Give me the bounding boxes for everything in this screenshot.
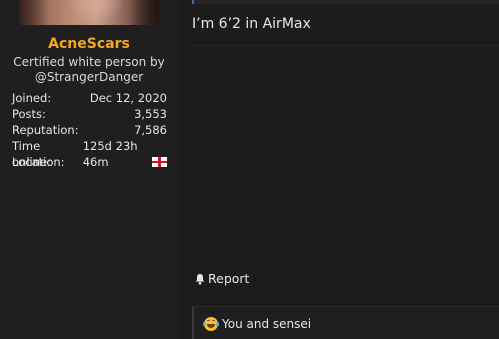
report-label: Report xyxy=(208,271,250,286)
user-title: Certified white person by @StrangerDange… xyxy=(0,55,178,85)
reactions-text[interactable]: You and sensei xyxy=(222,317,311,331)
user-stats: Joined: Dec 12, 2020 Posts: 3,553 Reputa… xyxy=(12,90,167,170)
avatar-image xyxy=(19,0,159,25)
avatar[interactable] xyxy=(19,0,159,25)
user-title-line-2: @StrangerDanger xyxy=(34,70,144,84)
joy-emoji-icon xyxy=(203,317,219,331)
england-flag-icon xyxy=(152,157,167,167)
post-header-bar xyxy=(192,0,499,4)
post-message: I’m 6’2 in AirMax xyxy=(192,16,311,32)
stat-time-online: Time online: 125d 23h 46m xyxy=(12,138,167,169)
post-container: AcneScars Certified white person by @Str… xyxy=(0,0,499,339)
stat-label: Time online: xyxy=(12,139,51,169)
stat-value[interactable]: 3,553 xyxy=(134,106,167,122)
user-title-line-1: Certified white person by xyxy=(13,55,165,69)
stat-value: Dec 12, 2020 xyxy=(89,91,167,105)
username-link[interactable]: AcneScars xyxy=(0,36,178,52)
bell-icon xyxy=(195,273,205,284)
stat-label: Reputation: xyxy=(12,123,79,137)
stat-label: Posts: xyxy=(12,107,46,121)
stat-reputation: Reputation: 7,586 xyxy=(12,122,167,138)
stat-value: 7,586 xyxy=(134,123,167,137)
reactions-accent xyxy=(192,307,194,339)
stat-label: Joined: xyxy=(12,91,52,105)
header-accent xyxy=(192,0,194,4)
reactions-summary[interactable]: You and sensei xyxy=(203,317,311,331)
post-content: I’m 6’2 in AirMax Report You and sensei xyxy=(178,0,499,339)
stat-label: Location: xyxy=(12,155,65,169)
stat-posts: Posts: 3,553 xyxy=(12,106,167,122)
reactions-bar: You and sensei xyxy=(192,306,499,339)
user-sidebar: AcneScars Certified white person by @Str… xyxy=(0,0,178,339)
divider xyxy=(192,45,499,46)
stat-joined: Joined: Dec 12, 2020 xyxy=(12,90,167,106)
report-button[interactable]: Report xyxy=(194,271,249,286)
stat-value: 125d 23h 46m xyxy=(82,139,138,169)
